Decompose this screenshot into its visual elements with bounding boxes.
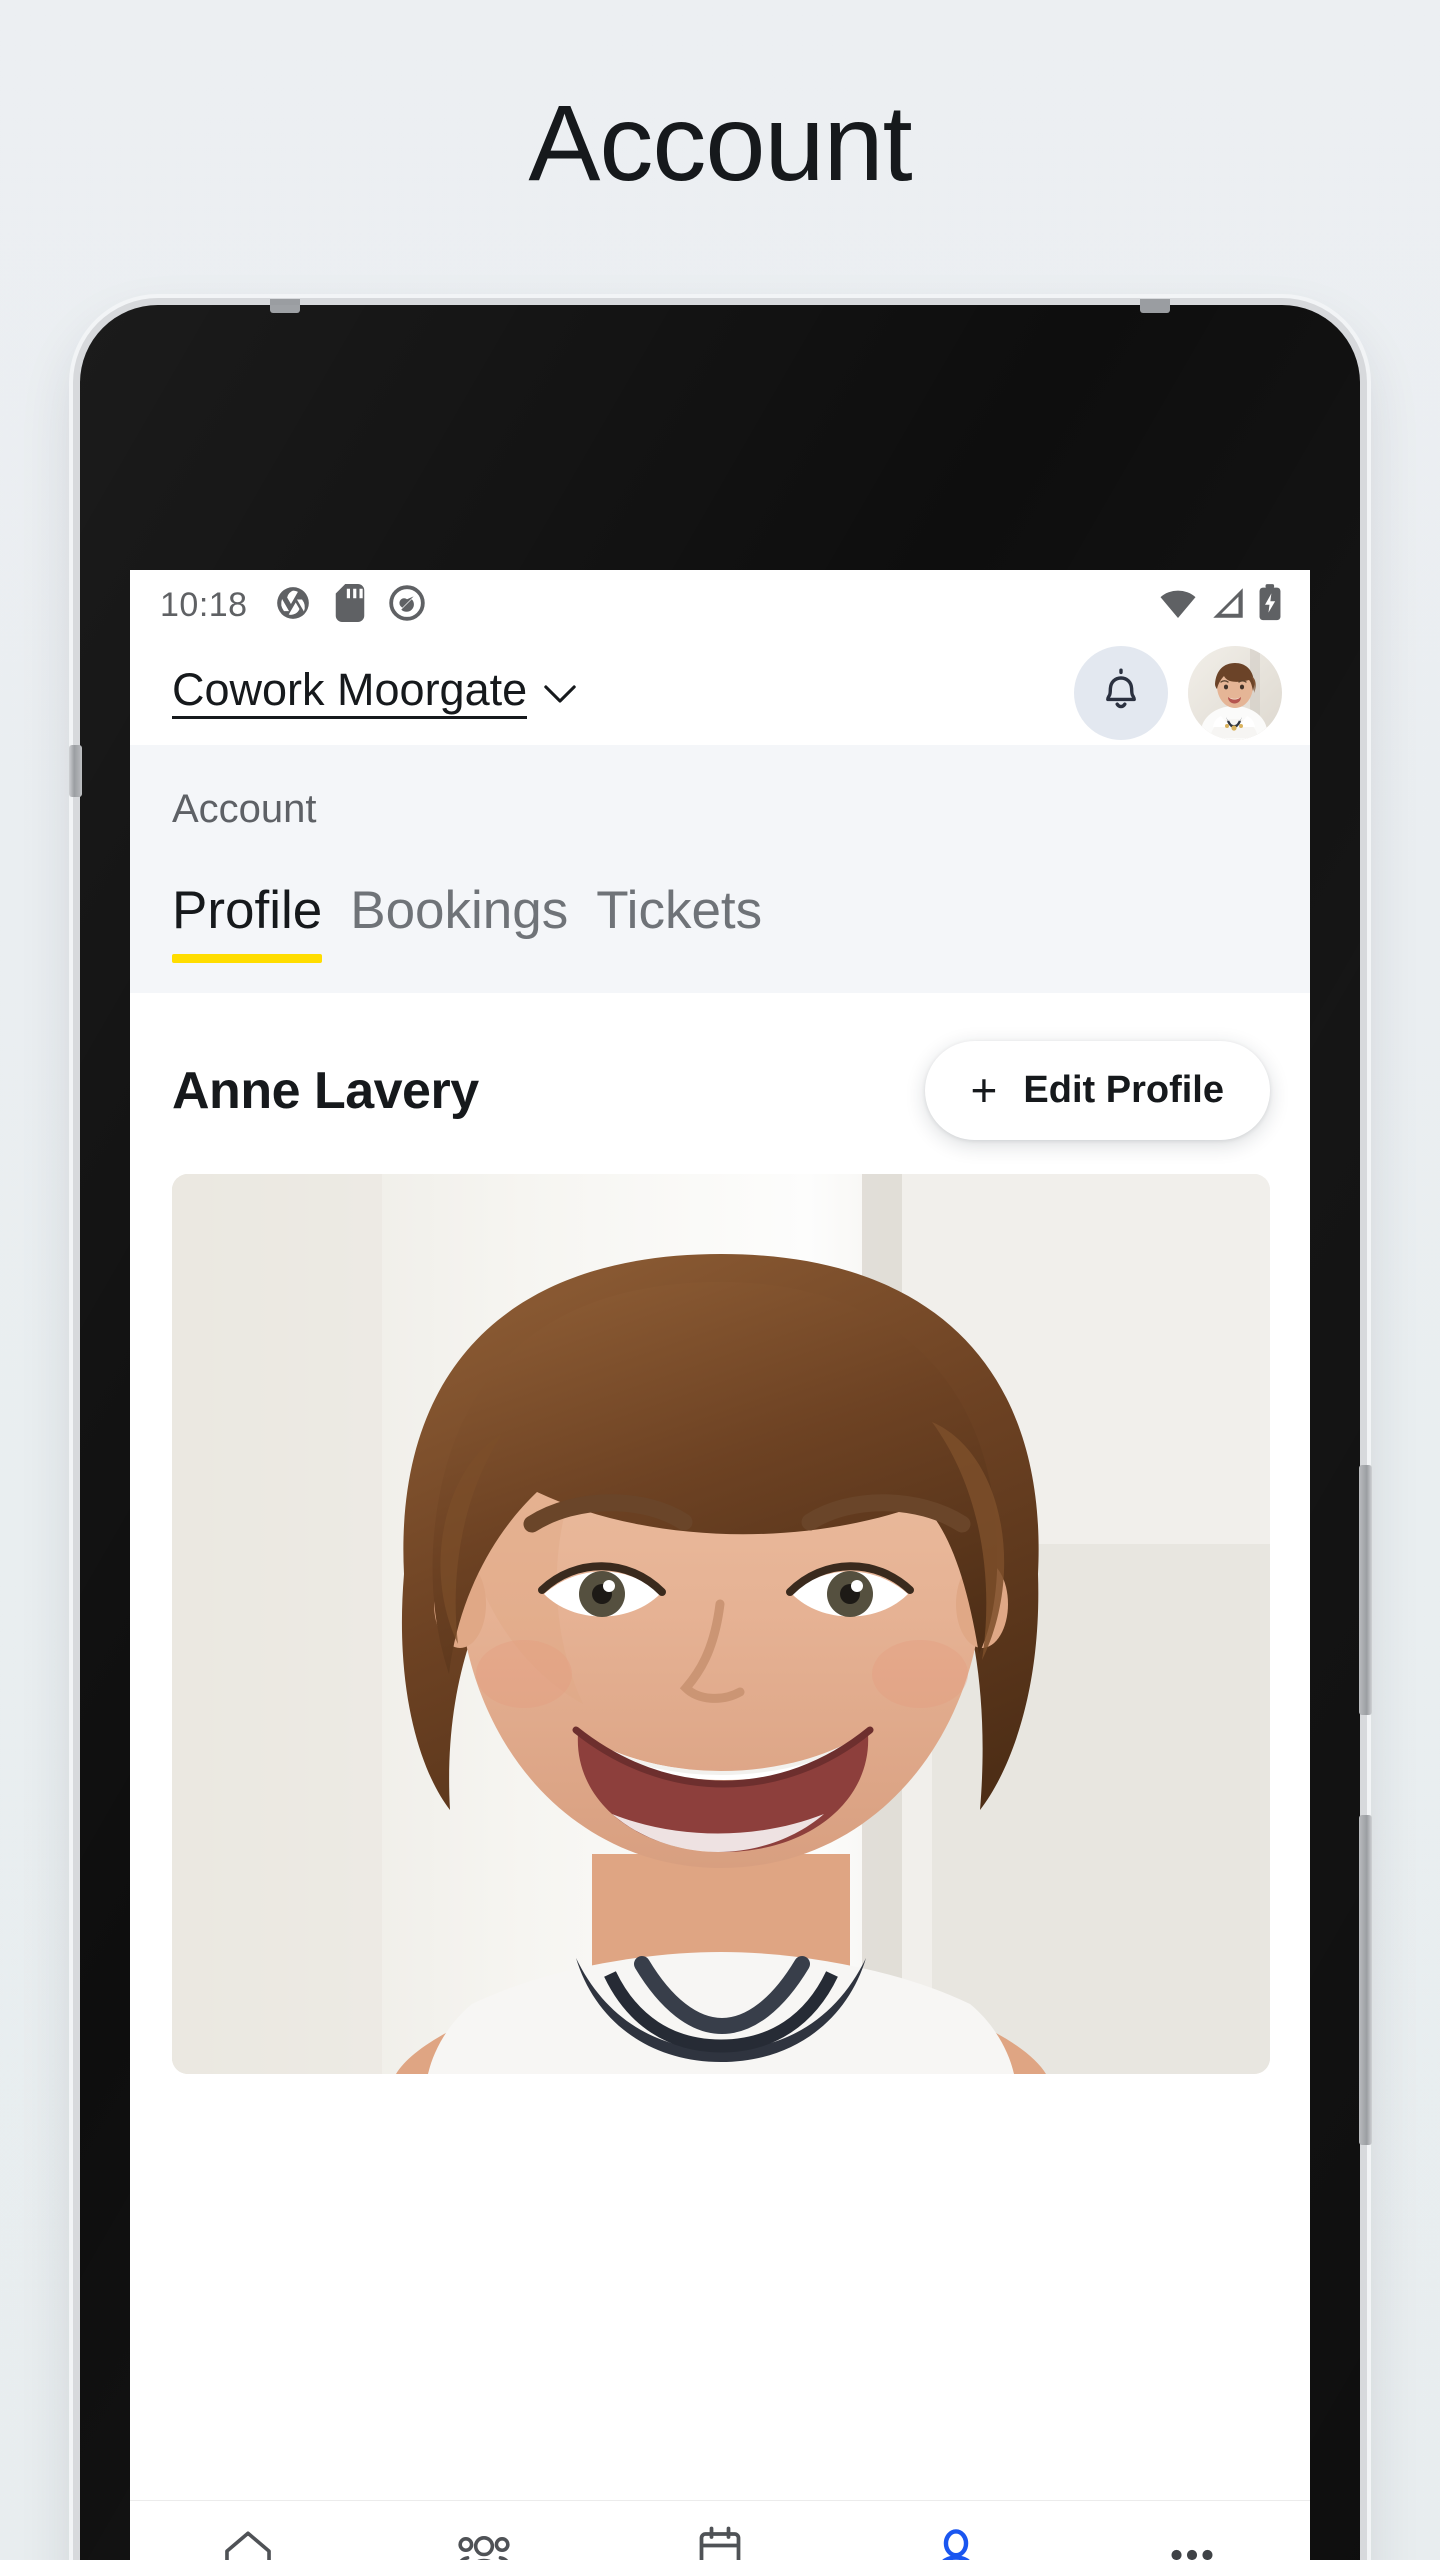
wifi-icon [1158, 586, 1198, 625]
organisation-name: Cowork Moorgate [172, 667, 528, 719]
calendar-icon [693, 2525, 747, 2560]
avatar[interactable] [1188, 645, 1282, 740]
app-header-actions [1074, 645, 1282, 740]
profile-name-row: Anne Lavery + Edit Profile [130, 993, 1310, 1174]
edit-profile-label: Edit Profile [1023, 1069, 1224, 1111]
shutter-app-icon [274, 584, 312, 627]
status-bar-notification-icons [274, 583, 426, 627]
left-side-button[interactable] [69, 745, 82, 797]
person-icon [928, 2525, 984, 2560]
plus-icon: + [970, 1064, 998, 1117]
section-label: Account [172, 787, 317, 831]
tab-bookings[interactable]: Bookings [350, 880, 596, 963]
account-section-header: Account Profile Bookings Tickets [130, 745, 1310, 993]
bell-icon [1097, 665, 1145, 720]
circle-app-icon [388, 584, 426, 627]
nav-item-dashboard[interactable]: Dashboard [130, 2525, 366, 2560]
phone-top-right-accent [1140, 299, 1170, 313]
nav-item-account[interactable]: Account [838, 2525, 1074, 2560]
app-header: Cowork Moorgate [130, 640, 1310, 745]
home-icon [219, 2525, 277, 2560]
tab-bookings-label: Bookings [350, 881, 569, 940]
organisation-selector[interactable]: Cowork Moorgate [172, 667, 577, 719]
tab-profile[interactable]: Profile [172, 880, 350, 963]
volume-up-button[interactable] [1359, 1465, 1372, 1715]
status-bar-clock: 10:18 [160, 585, 248, 624]
tab-tickets-label: Tickets [596, 881, 763, 940]
profile-name: Anne Lavery [172, 1061, 479, 1120]
account-tabs: Profile Bookings Tickets [130, 832, 1310, 963]
status-bar: 10:18 [130, 570, 1310, 640]
battery-charging-icon [1258, 583, 1282, 627]
edit-profile-button[interactable]: + Edit Profile [924, 1041, 1270, 1140]
profile-photo[interactable] [172, 1174, 1270, 2074]
phone-screen: 10:18 Cowork Moorgate Account Profile Bo… [130, 570, 1310, 2560]
nav-item-meeting-rooms[interactable]: Meeting Rooms [602, 2525, 838, 2560]
section-divider [130, 963, 1310, 993]
tab-profile-label: Profile [172, 881, 323, 940]
profile-panel: Anne Lavery + Edit Profile [130, 993, 1310, 2074]
phone-frame: 10:18 Cowork Moorgate Account Profile Bo… [69, 299, 1372, 2560]
notifications-button[interactable] [1074, 645, 1168, 740]
people-icon [453, 2525, 515, 2560]
phone-top-left-accent [270, 299, 300, 313]
ellipsis-icon [1163, 2525, 1221, 2560]
power-button[interactable] [1359, 1815, 1372, 2145]
bottom-navigation: Dashboard Community [130, 2500, 1310, 2560]
page-title: Account [528, 82, 912, 203]
sd-card-icon [334, 583, 366, 627]
chevron-down-icon [543, 683, 577, 710]
status-bar-system-icons [1158, 583, 1282, 627]
nav-item-show-all[interactable]: Show All [1074, 2525, 1310, 2560]
cellular-signal-icon [1210, 586, 1246, 625]
tab-tickets[interactable]: Tickets [596, 880, 790, 963]
nav-item-community[interactable]: Community [366, 2525, 602, 2560]
